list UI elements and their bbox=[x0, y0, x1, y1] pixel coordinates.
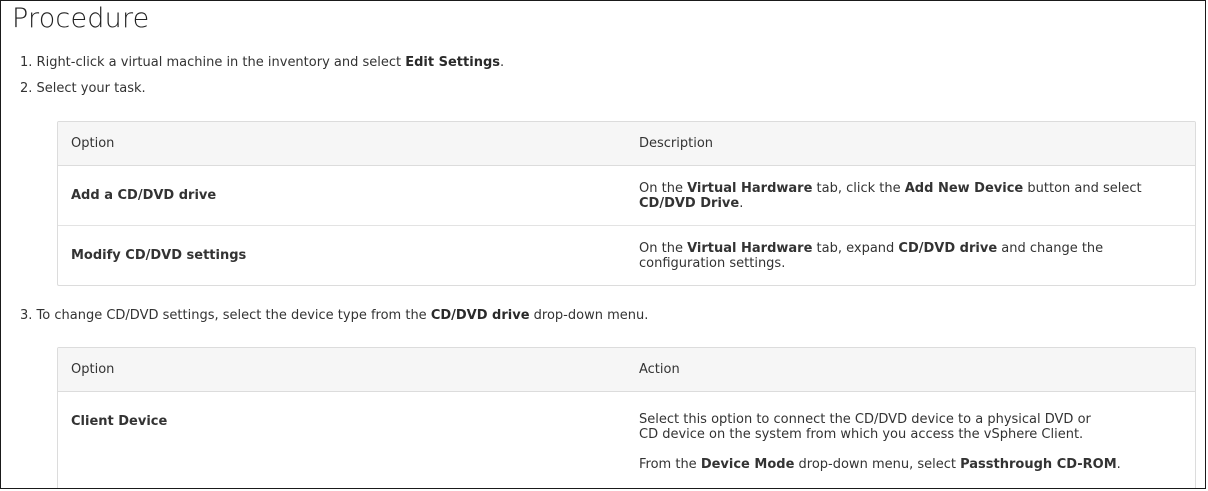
document-page: Procedure 1. Right-click a virtual machi… bbox=[0, 0, 1206, 489]
action-cell: Select this option to connect the CD/DVD… bbox=[626, 412, 1195, 472]
bold-term: Virtual Hardware bbox=[687, 240, 813, 256]
table-header: Option Description bbox=[58, 122, 1195, 166]
option-cell: Client Device bbox=[71, 414, 168, 429]
step-number: 3. bbox=[20, 308, 33, 323]
column-header-action: Action bbox=[639, 362, 680, 377]
step-3: 3. To change CD/DVD settings, select the… bbox=[20, 308, 648, 323]
option-cell: Modify CD/DVD settings bbox=[71, 248, 247, 263]
step-text: Select your task. bbox=[36, 81, 146, 96]
step-text: To change CD/DVD settings, select the de… bbox=[36, 308, 431, 323]
bold-term: Virtual Hardware bbox=[687, 180, 813, 196]
step-1: 1. Right-click a virtual machine in the … bbox=[20, 55, 504, 70]
text: and change the bbox=[997, 240, 1104, 256]
step-text-end: drop-down menu. bbox=[529, 308, 649, 323]
column-header-option: Option bbox=[71, 362, 115, 377]
bold-term: Add New Device bbox=[904, 180, 1024, 196]
text: configuration settings. bbox=[639, 255, 786, 271]
step-text-end: . bbox=[500, 55, 505, 70]
text: From the bbox=[639, 457, 701, 472]
text: tab, click the bbox=[812, 180, 905, 196]
step-2: 2. Select your task. bbox=[20, 81, 146, 96]
text: tab, expand bbox=[812, 240, 899, 256]
text: button and select bbox=[1023, 180, 1142, 196]
action-paragraph: Select this option to connect the CD/DVD… bbox=[639, 412, 1185, 442]
text: Select this option to connect the CD/DVD… bbox=[639, 412, 1091, 427]
page-title: Procedure bbox=[12, 3, 150, 34]
table-header: Option Action bbox=[58, 348, 1195, 392]
column-header-option: Option bbox=[71, 136, 115, 151]
text: On the bbox=[639, 180, 688, 196]
text: . bbox=[1116, 457, 1121, 472]
description-cell: On the Virtual Hardware tab, click the A… bbox=[626, 181, 1195, 211]
table-row: Add a CD/DVD drive On the Virtual Hardwa… bbox=[58, 166, 1195, 226]
bold-term: CD/DVD drive bbox=[898, 240, 998, 256]
step-text: Right-click a virtual machine in the inv… bbox=[36, 55, 406, 70]
step-bold-term: CD/DVD drive bbox=[430, 308, 530, 323]
column-header-description: Description bbox=[639, 136, 714, 151]
step-number: 1. bbox=[20, 55, 33, 70]
option-cell: Add a CD/DVD drive bbox=[71, 188, 217, 203]
text: On the bbox=[639, 240, 688, 256]
step-bold-term: Edit Settings bbox=[405, 55, 500, 70]
table-row: Modify CD/DVD settings On the Virtual Ha… bbox=[58, 226, 1195, 285]
action-paragraph: From the Device Mode drop-down menu, sel… bbox=[639, 457, 1185, 472]
text: CD device on the system from which you a… bbox=[639, 427, 1084, 442]
table-row: Client Device Select this option to conn… bbox=[58, 392, 1195, 488]
bold-term: Passthrough CD-ROM bbox=[960, 457, 1117, 472]
device-type-table: Option Action Client Device Select this … bbox=[57, 347, 1196, 488]
text: drop-down menu, select bbox=[794, 457, 961, 472]
bold-term: Device Mode bbox=[700, 457, 795, 472]
bold-term: CD/DVD Drive bbox=[639, 195, 740, 211]
description-cell: On the Virtual Hardware tab, expand CD/D… bbox=[626, 241, 1195, 271]
text: . bbox=[739, 195, 744, 211]
step-number: 2. bbox=[20, 81, 33, 96]
task-options-table: Option Description Add a CD/DVD drive On… bbox=[57, 121, 1196, 286]
